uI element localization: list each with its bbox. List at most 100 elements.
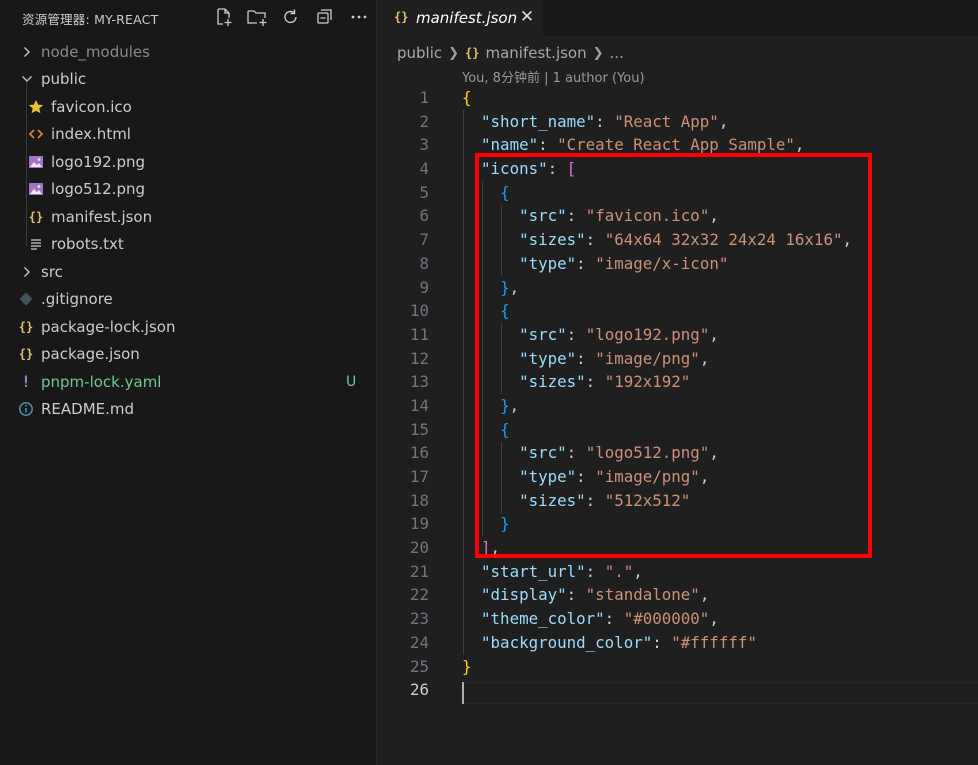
json-file-icon: {} (18, 347, 34, 362)
code-line[interactable]: 23 "theme_color": "#000000", (377, 607, 978, 631)
explorer-actions (206, 4, 376, 30)
line-content: "theme_color": "#000000", (481, 609, 719, 629)
file-tree: node_modulespublic favicon.ico index.html l… (0, 38, 377, 423)
tree-item-label: index.html (51, 125, 131, 144)
line-number: 13 (409, 372, 429, 392)
collapse-all-icon[interactable] (308, 4, 342, 30)
line-number: 7 (419, 230, 429, 250)
explorer-header: 资源管理器: MY-REACT (0, 0, 377, 34)
tree-file[interactable]: {} package.json (0, 341, 377, 369)
tree-item-label: logo192.png (51, 152, 145, 171)
line-number: 12 (409, 348, 429, 368)
tree-file[interactable]: ! pnpm-lock.yaml U (0, 368, 377, 396)
codelens-blame[interactable]: You, 8分钟前 | 1 author (You) (462, 67, 645, 86)
breadcrumb-more[interactable]: ... (610, 44, 624, 62)
line-number: 25 (409, 656, 429, 676)
tree-item-label: .gitignore (41, 290, 113, 309)
tree-item-label: robots.txt (51, 235, 124, 254)
tree-folder[interactable]: public (0, 66, 377, 94)
tree-file[interactable]: robots.txt (0, 231, 377, 259)
chevron-right-icon[interactable] (20, 265, 34, 279)
text-cursor (462, 682, 464, 704)
line-content: "start_url": ".", (481, 561, 643, 581)
close-icon[interactable]: ✕ (518, 7, 536, 27)
new-folder-icon[interactable] (240, 4, 274, 30)
favicon-icon (27, 98, 45, 116)
tree-folder[interactable]: node_modules (0, 38, 377, 66)
code-line[interactable]: 21 "start_url": ".", (377, 560, 978, 584)
tree-file[interactable]: index.html (0, 121, 377, 149)
tree-file[interactable]: {} manifest.json (0, 203, 377, 231)
code-line[interactable]: 25} (377, 655, 978, 679)
line-number: 2 (419, 111, 429, 131)
line-number: 17 (409, 467, 429, 486)
code-line[interactable]: 1{ (377, 86, 978, 110)
line-number: 19 (409, 514, 429, 534)
tree-file[interactable]: .gitignore (0, 286, 377, 314)
chevron-right-icon: ❯ (448, 45, 460, 61)
line-content: } (462, 656, 472, 676)
more-icon[interactable] (342, 4, 376, 30)
breadcrumb-folder[interactable]: public (397, 44, 442, 62)
code-line[interactable]: 22 "display": "standalone", (377, 583, 978, 607)
chevron-right-icon: ❯ (592, 45, 604, 61)
current-line-highlight (462, 682, 978, 704)
tree-item-label: pnpm-lock.yaml (41, 372, 162, 391)
tree-file[interactable]: favicon.ico (0, 93, 377, 121)
image-file-icon (27, 180, 45, 198)
breadcrumb: public ❯ {} manifest.json ❯ ... (397, 43, 624, 63)
line-content: { (462, 88, 472, 107)
line-number: 9 (419, 277, 429, 297)
json-file-icon: {} (465, 46, 480, 60)
line-content: "display": "standalone", (481, 585, 710, 605)
tree-folder[interactable]: src (0, 258, 377, 286)
tree-file[interactable]: {} package-lock.json (0, 313, 377, 341)
info-file-icon (17, 400, 35, 418)
line-number: 21 (409, 561, 429, 581)
line-number: 3 (419, 135, 429, 155)
chevron-down-icon[interactable] (20, 72, 34, 86)
indent-guide (463, 109, 464, 655)
line-number: 20 (409, 538, 429, 558)
line-number: 11 (409, 324, 429, 344)
code-line[interactable]: 2 "short_name": "React App", (377, 110, 978, 134)
json-file-icon: {} (18, 319, 34, 334)
tree-item-label: README.md (41, 400, 135, 419)
image-file-icon (27, 153, 45, 171)
line-content: "background_color": "#ffffff" (481, 632, 757, 652)
tree-file[interactable]: logo192.png (0, 148, 377, 176)
line-number: 10 (409, 301, 429, 321)
tree-item-label: manifest.json (51, 207, 153, 226)
html-file-icon (27, 125, 45, 143)
code-line[interactable]: 24 "background_color": "#ffffff" (377, 631, 978, 655)
breadcrumb-file[interactable]: manifest.json (486, 44, 587, 62)
line-number: 18 (409, 490, 429, 510)
line-number: 22 (409, 585, 429, 605)
line-number: 4 (419, 159, 429, 179)
tree-file[interactable]: README.md (0, 396, 377, 424)
git-file-icon (17, 290, 35, 308)
line-content: "short_name": "React App", (481, 111, 729, 131)
json-file-icon: {} (28, 209, 44, 224)
text-file-icon (27, 235, 45, 253)
line-number: 16 (409, 443, 429, 463)
line-number: 5 (419, 182, 429, 202)
tab-label: manifest.json (416, 9, 518, 27)
annotation-box (475, 153, 872, 558)
tab-bar: {} manifest.json ✕ (377, 0, 978, 36)
line-number: 26 (409, 680, 429, 700)
json-file-icon: {} (394, 10, 409, 24)
tree-file[interactable]: logo512.png (0, 176, 377, 204)
line-number: 8 (419, 253, 429, 273)
tree-item-label: node_modules (41, 42, 150, 61)
chevron-right-icon[interactable] (20, 45, 34, 59)
tree-item-label: logo512.png (51, 180, 145, 199)
tab-manifest-json[interactable]: {} manifest.json ✕ (377, 0, 543, 36)
line-number: 23 (409, 609, 429, 629)
refresh-icon[interactable] (274, 4, 308, 30)
tree-item-label: package.json (41, 345, 140, 364)
tree-item-label: favicon.ico (51, 97, 132, 116)
new-file-icon[interactable] (206, 4, 240, 30)
explorer-title: 资源管理器: MY-REACT (22, 12, 159, 27)
line-number: 15 (409, 419, 429, 439)
